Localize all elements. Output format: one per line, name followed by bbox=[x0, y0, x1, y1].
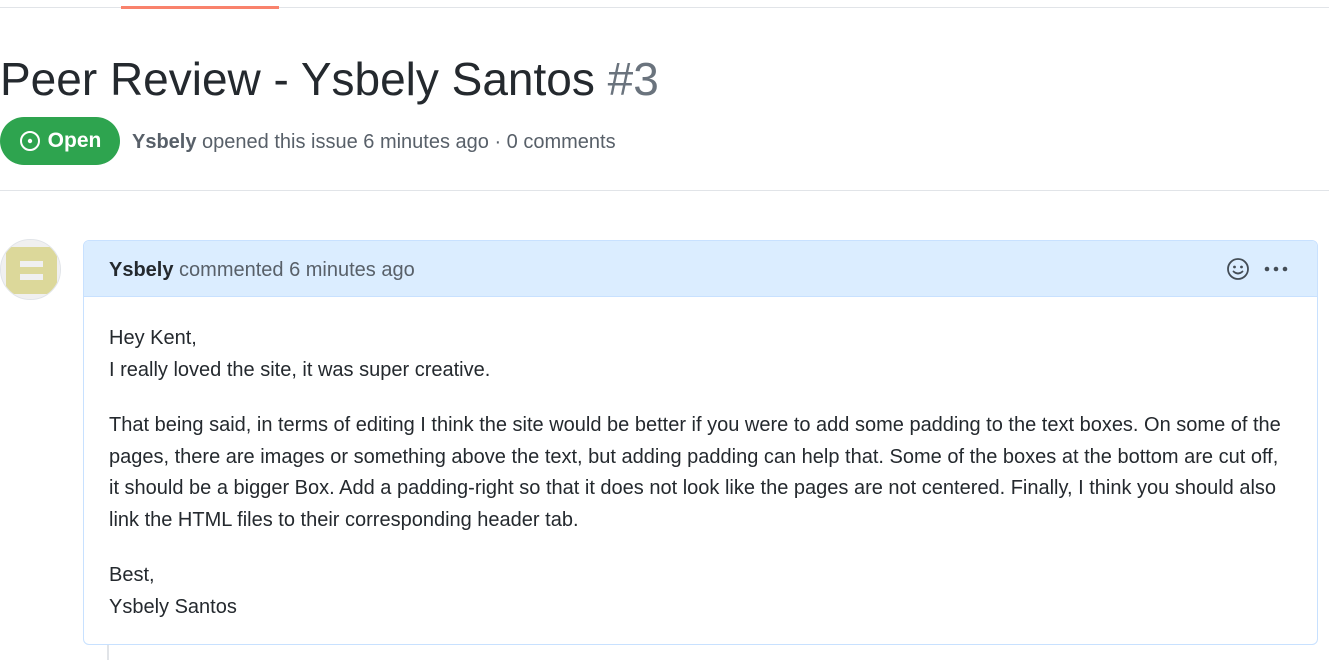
issue-state-label: Open bbox=[47, 129, 102, 152]
issue-state-badge: Open bbox=[0, 117, 120, 165]
issue-number: #3 bbox=[607, 53, 659, 105]
issue-opened-icon bbox=[19, 130, 41, 152]
comment-closing: Best, bbox=[109, 564, 155, 586]
comment-body: Hey Kent, I really loved the site, it wa… bbox=[84, 323, 1317, 623]
issue-title: Peer Review - Ysbely Santos #3 bbox=[0, 50, 659, 108]
issue-title-text: Peer Review - Ysbely Santos bbox=[0, 53, 595, 105]
comment-greeting: Hey Kent, bbox=[109, 327, 197, 349]
comment-actions bbox=[1225, 256, 1289, 282]
comment-paragraph-2: That being said, in terms of editing I t… bbox=[109, 414, 1281, 531]
kebab-horizontal-icon[interactable] bbox=[1263, 256, 1289, 282]
comment-signature: Ysbely Santos bbox=[109, 595, 237, 618]
comment-timestamp[interactable]: commented 6 minutes ago bbox=[179, 259, 415, 281]
comment-paragraph-3: Best, Ysbely Santos bbox=[109, 560, 1292, 623]
issue-author-link[interactable]: Ysbely bbox=[132, 131, 196, 153]
comment-header: Ysbely commented 6 minutes ago bbox=[84, 241, 1317, 297]
issue-meta: Ysbely opened this issue 6 minutes ago ·… bbox=[132, 128, 616, 156]
smiley-icon[interactable] bbox=[1225, 256, 1251, 282]
header-divider bbox=[0, 190, 1329, 191]
comment-header-text: Ysbely commented 6 minutes ago bbox=[109, 256, 415, 284]
comment-line-2: I really loved the site, it was super cr… bbox=[109, 358, 491, 381]
active-tab-underline bbox=[121, 6, 279, 9]
comment-author-link[interactable]: Ysbely bbox=[109, 259, 173, 281]
issue-opened-text: opened this issue 6 minutes ago · 0 comm… bbox=[202, 131, 616, 153]
comment-box: Ysbely commented 6 minutes ago Hey Kent,… bbox=[83, 240, 1318, 645]
comment-paragraph-1: Hey Kent, I really loved the site, it wa… bbox=[109, 323, 1292, 386]
avatar[interactable] bbox=[0, 239, 61, 300]
